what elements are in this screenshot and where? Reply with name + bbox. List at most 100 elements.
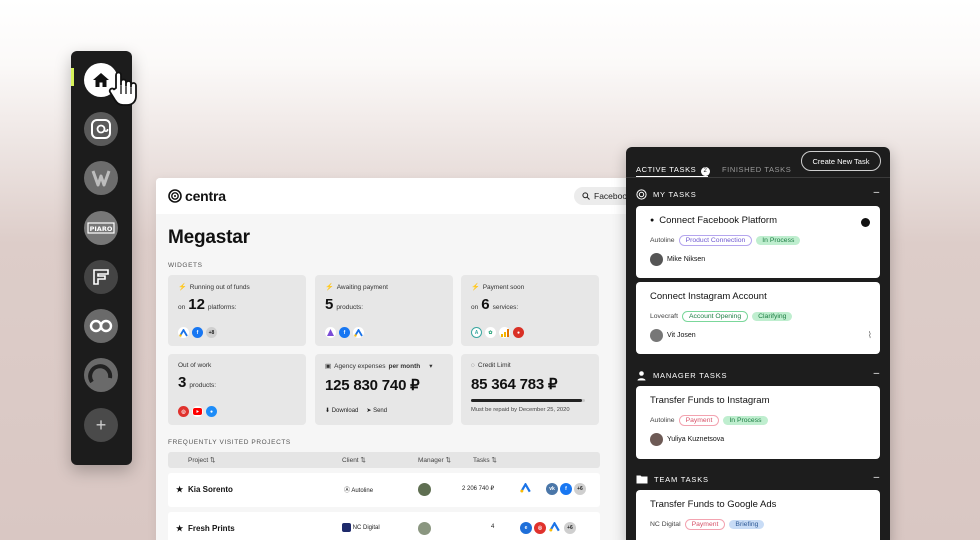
chevron-down-icon[interactable]: ▾: [429, 362, 432, 370]
projects-table-header: Project ⇅ Client ⇅ Manager ⇅ Tasks ⇅: [168, 452, 600, 468]
w-logo-icon[interactable]: [84, 161, 118, 195]
at-sign-icon[interactable]: [84, 112, 118, 146]
alert-icon: ⚡: [325, 284, 334, 291]
collapse-icon[interactable]: –: [874, 368, 880, 380]
avatar: [650, 329, 663, 342]
collapse-icon[interactable]: –: [874, 472, 880, 484]
widget-amount: 125 830 740 ₽: [325, 377, 420, 394]
task-title: Connect Facebook Platform: [659, 215, 777, 226]
widget-head: Awaiting payment: [336, 283, 388, 291]
task-card[interactable]: Transfer Funds to Google Ads NC Digital …: [636, 490, 880, 540]
avatar: [650, 433, 663, 446]
download-label: Download: [331, 408, 359, 414]
facebook-icon: f: [192, 327, 203, 338]
widget-payment-soon[interactable]: ⚡ Payment soon on 6 services: A ✿ ●: [461, 275, 599, 346]
youtube-icon: [192, 406, 203, 417]
google-ads-icon: [549, 521, 560, 534]
oo-logo-icon[interactable]: [84, 309, 118, 343]
status-badge[interactable]: In Process: [756, 236, 801, 245]
piaro-logo-icon[interactable]: PIARO: [84, 211, 118, 245]
task-tag[interactable]: Product Connection: [678, 235, 753, 246]
more-count: +8: [206, 327, 217, 338]
widget-suffix: services:: [492, 304, 519, 311]
client-cell: Ⓐ Autoline: [344, 485, 373, 494]
group-title: TEAM TASKS: [654, 474, 709, 484]
column-tasks[interactable]: Tasks ⇅: [473, 456, 497, 464]
status-badge[interactable]: Clarifying: [752, 312, 793, 321]
divider: [626, 177, 890, 178]
target-app-icon: ◎: [178, 406, 189, 417]
tasks-panel: Create New Task ACTIVE TASKS 2 FINISHED …: [626, 147, 890, 540]
task-card[interactable]: Transfer Funds to Instagram Autoline Pay…: [636, 386, 880, 459]
svg-text:PIARO: PIARO: [90, 225, 113, 233]
star-icon[interactable]: ★: [176, 524, 183, 533]
projects-label: FREQUENTLY VISITED PROJECTS: [168, 439, 291, 446]
column-client[interactable]: Client ⇅: [342, 456, 366, 464]
plus-icon[interactable]: +: [84, 408, 118, 442]
avatar: [650, 253, 663, 266]
edge-app-icon: e: [520, 522, 532, 534]
repay-note: Must be repaid by December 25, 2020: [471, 407, 570, 413]
arc-logo-icon[interactable]: [84, 358, 118, 392]
manager-avatar: [418, 483, 431, 498]
tab-finished-tasks[interactable]: FINISHED TASKS: [722, 165, 791, 176]
wallet-icon: ▣: [325, 363, 332, 370]
period-select[interactable]: per month: [388, 363, 420, 370]
task-card[interactable]: Connect Instagram Account Lovecraft Acco…: [636, 282, 880, 354]
widget-head: Running out of funds: [189, 283, 250, 291]
group-my-tasks[interactable]: MY TASKS –: [636, 187, 880, 201]
widget-number: 6: [481, 296, 490, 313]
widget-agency-expenses[interactable]: ▣ Agency expenses per month ▾ 125 830 74…: [315, 354, 453, 425]
widget-head: Payment soon: [482, 283, 525, 291]
create-task-button[interactable]: Create New Task: [801, 151, 881, 171]
download-button[interactable]: ⬇ Download: [325, 407, 358, 414]
column-project[interactable]: Project ⇅: [188, 456, 215, 464]
facebook-icon: f: [339, 327, 350, 338]
download-icon: ⬇: [325, 408, 332, 414]
app-canvas: PIARO + centra Facebook Megastar WIDGETS…: [0, 0, 980, 540]
task-card[interactable]: ● Connect Facebook Platform Autoline Prod…: [636, 206, 880, 278]
task-tag[interactable]: Payment: [684, 519, 726, 530]
google-ads-icon: [520, 482, 531, 495]
star-icon[interactable]: ★: [176, 485, 183, 494]
hand-cursor-icon: [106, 70, 140, 113]
f-logo-icon[interactable]: [84, 260, 118, 294]
assignee-name: Vit Josen: [667, 332, 696, 339]
unread-dot-icon: ●: [650, 217, 655, 224]
brand-name: centra: [185, 188, 226, 204]
main-panel: centra Facebook Megastar WIDGETS ⚡ Runnin…: [156, 178, 636, 540]
brand-logo[interactable]: centra: [168, 188, 226, 204]
status-badge[interactable]: Briefing: [729, 520, 765, 529]
widget-number: 12: [188, 296, 205, 313]
widget-number: 3: [178, 374, 187, 391]
task-title: Connect Instagram Account: [650, 291, 767, 302]
widget-head: Credit Limit: [477, 362, 511, 369]
collapse-icon[interactable]: –: [874, 187, 880, 199]
table-row[interactable]: ★ Kia Sorento Ⓐ Autoline 2 206 740 ₽ vk …: [168, 473, 600, 507]
blue-app-icon: ●: [206, 406, 217, 417]
group-manager-tasks[interactable]: MANAGER TASKS –: [636, 368, 880, 382]
task-tag[interactable]: Account Opening: [681, 311, 749, 322]
status-badge[interactable]: In Process: [723, 416, 768, 425]
widget-awaiting-payment[interactable]: ⚡ Awaiting payment 5 products: f: [315, 275, 453, 346]
top-bar: centra Facebook: [156, 178, 636, 214]
widget-running-out[interactable]: ⚡ Running out of funds on 12 platforms: f +…: [168, 275, 306, 346]
send-button[interactable]: ➤ Send: [366, 407, 387, 414]
client-name: NC Digital: [352, 525, 380, 532]
tab-active-tasks[interactable]: ACTIVE TASKS 2: [636, 165, 710, 176]
column-manager[interactable]: Manager ⇅: [418, 456, 451, 464]
table-row[interactable]: ★ Fresh Prints NC Digital 4 e ◎ +6: [168, 512, 600, 540]
group-team-tasks[interactable]: TEAM TASKS –: [636, 472, 880, 486]
widget-out-of-work[interactable]: Out of work 3 products: ◎ ●: [168, 354, 306, 425]
task-title: Transfer Funds to Google Ads: [650, 499, 777, 510]
task-tag[interactable]: Payment: [678, 415, 720, 426]
task-client: Autoline: [650, 237, 675, 244]
folder-icon: [636, 475, 648, 484]
widget-credit-limit[interactable]: ◌ Credit Limit 85 364 783 ₽ Must be repai…: [461, 354, 599, 425]
facebook-icon: f: [560, 483, 572, 495]
nc-digital-icon: [342, 523, 351, 532]
task-client: Lovecraft: [650, 313, 678, 320]
green-app-icon: ✿: [485, 327, 496, 338]
paperclip-icon[interactable]: ⌇: [868, 330, 872, 341]
purple-app-icon: [325, 327, 336, 338]
